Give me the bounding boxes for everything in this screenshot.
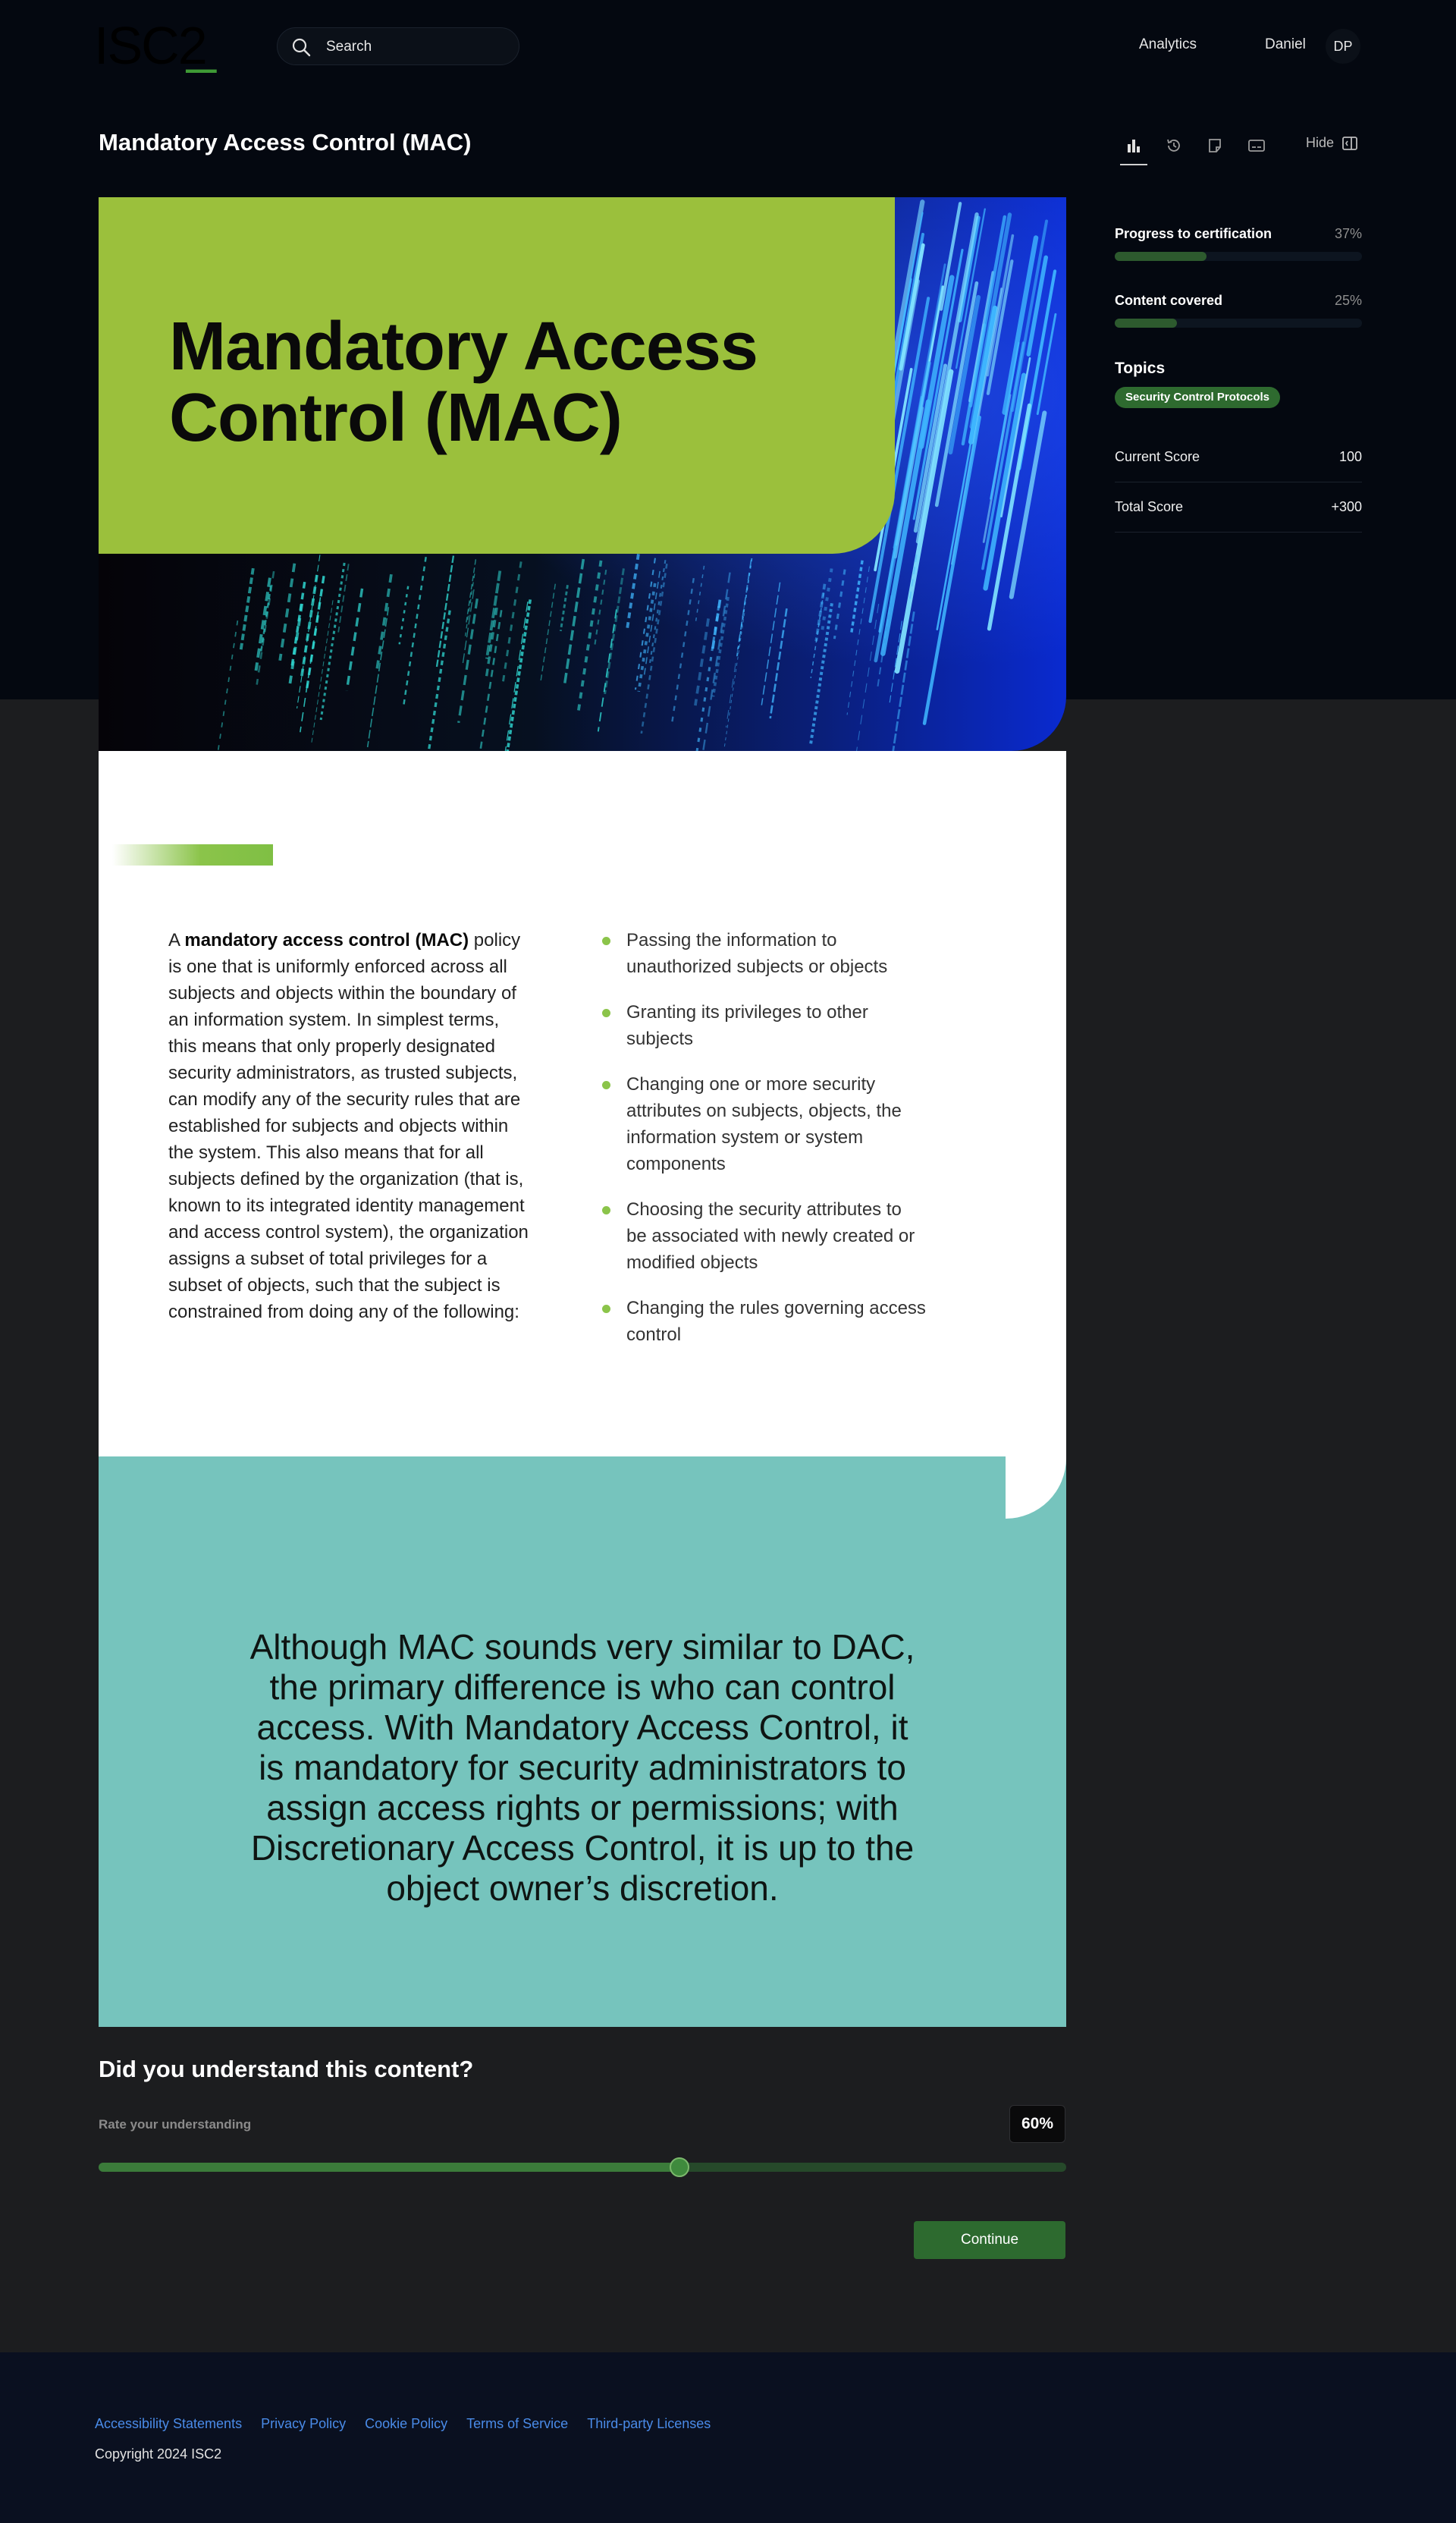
isc2-logo[interactable]: ISC2 _ — [94, 15, 216, 74]
hide-label: Hide — [1306, 135, 1335, 150]
avatar[interactable]: DP — [1326, 29, 1360, 64]
nav-analytics-link[interactable]: Analytics — [1139, 36, 1197, 53]
footer-link-licenses[interactable]: Third-party Licenses — [587, 2416, 711, 2432]
top-nav: ISC2_ Analytics Daniel DP — [0, 0, 1456, 93]
topic-badge[interactable]: Security Control Protocols — [1115, 387, 1281, 408]
accent-bar — [112, 844, 273, 866]
footer-link-terms[interactable]: Terms of Service — [466, 2416, 568, 2432]
captions-tool-button[interactable] — [1241, 130, 1272, 161]
rate-label: Rate your understanding — [99, 2117, 252, 2132]
search-box[interactable] — [277, 27, 519, 65]
understanding-slider[interactable] — [99, 2157, 1066, 2177]
progress-fill — [1115, 252, 1207, 261]
footer-link-privacy[interactable]: Privacy Policy — [261, 2416, 346, 2432]
notes-icon — [1209, 139, 1221, 152]
notes-tool-button[interactable] — [1200, 130, 1230, 161]
copyright: Copyright 2024 ISC2 — [95, 2446, 222, 2462]
metric-label: Content covered — [1115, 293, 1223, 308]
analytics-tool-button[interactable] — [1119, 130, 1149, 165]
search-input[interactable] — [326, 37, 500, 57]
analytics-icon — [1128, 140, 1140, 152]
current-score-row: Current Score 100 — [1115, 432, 1362, 482]
list-item: Granting its privileges to other subject… — [601, 999, 927, 1052]
topics-title: Topics — [1115, 360, 1166, 377]
score-label: Current Score — [1115, 449, 1200, 464]
continue-button[interactable]: Continue — [914, 2221, 1065, 2259]
progress-fill — [1115, 319, 1177, 328]
score-value: 100 — [1338, 449, 1362, 464]
rate-value-display: 60% — [1009, 2105, 1065, 2143]
hero-banner: Mandatory Access Control (MAC) — [99, 197, 1066, 751]
metric-value: 25% — [1334, 293, 1362, 308]
hero-title-panel: Mandatory Access Control (MAC) — [99, 197, 895, 554]
slider-fill — [99, 2163, 679, 2172]
footer-links: Accessibility Statements Privacy Policy … — [95, 2416, 711, 2432]
hero-title: Mandatory Access Control (MAC) — [169, 309, 758, 456]
slider-thumb[interactable] — [669, 2157, 689, 2177]
panel-icon — [1342, 136, 1357, 150]
history-icon — [1167, 139, 1180, 152]
score-label: Total Score — [1115, 499, 1184, 514]
intro-prefix: A — [168, 930, 185, 950]
progress-track — [1115, 252, 1362, 261]
metric-value: 37% — [1334, 226, 1362, 241]
callout-corner — [1006, 1456, 1066, 1519]
footer-link-cookies[interactable]: Cookie Policy — [365, 2416, 447, 2432]
progress-track — [1115, 319, 1362, 328]
callout-card: Although MAC sounds very similar to DAC,… — [99, 1456, 1066, 2027]
footer-link-accessibility[interactable]: Accessibility Statements — [95, 2416, 242, 2432]
intro-body: policy is one that is uniformly enforced… — [168, 930, 529, 1322]
score-value: +300 — [1331, 499, 1362, 514]
intro-term: mandatory access control (MAC) — [184, 930, 469, 950]
list-item: Changing the rules governing access cont… — [601, 1295, 927, 1348]
captions-icon — [1248, 140, 1265, 152]
metric-label: Progress to certification — [1115, 226, 1272, 241]
list-item: Changing one or more security attributes… — [601, 1071, 927, 1177]
total-score-row: Total Score +300 — [1115, 482, 1362, 533]
hide-panel-button[interactable]: Hide — [1306, 135, 1358, 151]
user-name[interactable]: Daniel — [1265, 36, 1306, 53]
search-icon — [292, 38, 311, 57]
intro-paragraph: A mandatory access control (MAC) policy … — [168, 927, 532, 1325]
constraints-list: Passing the information to unauthorized … — [601, 927, 927, 1367]
callout-text: Although MAC sounds very similar to DAC,… — [249, 1627, 915, 1908]
content-card: A mandatory access control (MAC) policy … — [99, 751, 1066, 1519]
feedback-title: Did you understand this content? — [99, 2056, 474, 2082]
list-item: Passing the information to unauthorized … — [601, 927, 927, 980]
list-item: Choosing the security attributes to be a… — [601, 1196, 927, 1276]
page-title: Mandatory Access Control (MAC) — [99, 129, 472, 156]
footer: Accessibility Statements Privacy Policy … — [0, 2352, 1456, 2523]
history-tool-button[interactable] — [1159, 130, 1189, 161]
logo-underscore: _ — [187, 14, 216, 74]
